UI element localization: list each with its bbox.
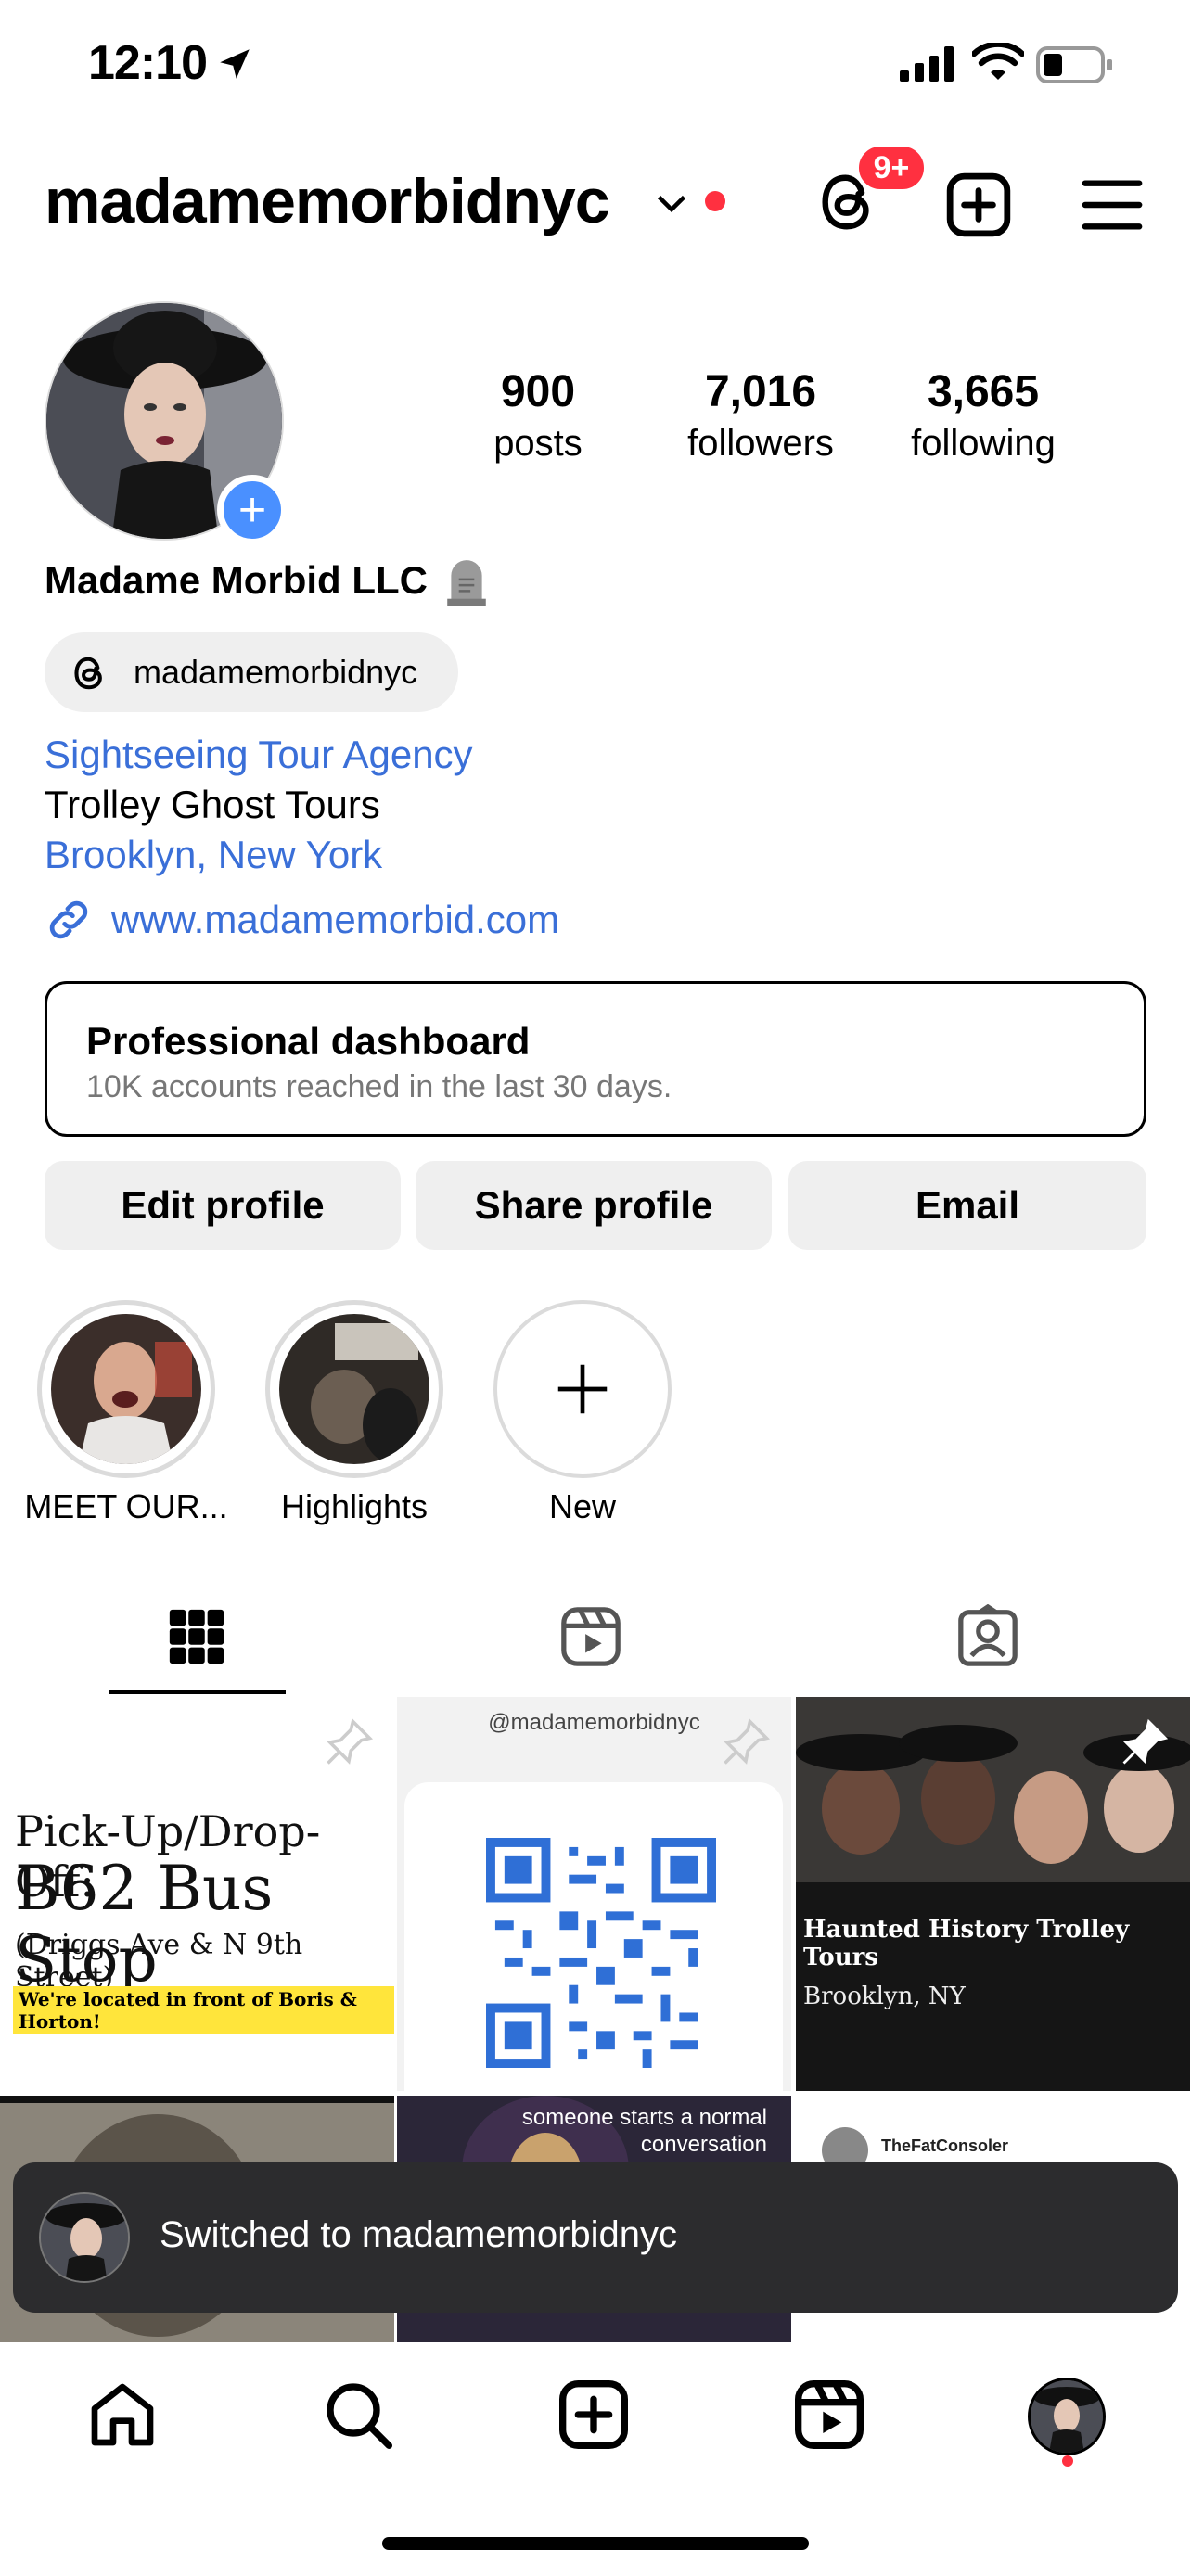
- add-story-button[interactable]: +: [217, 475, 288, 545]
- search-icon[interactable]: [321, 2378, 395, 2452]
- cellular-signal-icon: [900, 46, 954, 82]
- followers-count[interactable]: 7,016 followers: [668, 366, 853, 465]
- professional-dashboard[interactable]: Professional dashboard 10K accounts reac…: [45, 981, 1146, 1137]
- edit-profile-button[interactable]: Edit profile: [45, 1161, 401, 1250]
- share-profile-button[interactable]: Share profile: [416, 1161, 772, 1250]
- highlight-image: [279, 1314, 429, 1464]
- post-caption: someone starts a normal conversation: [521, 2105, 767, 2157]
- followers-label: followers: [687, 423, 834, 464]
- status-bar: 12:10: [0, 0, 1191, 130]
- menu-icon[interactable]: [1080, 172, 1145, 237]
- following-label: following: [911, 423, 1056, 464]
- dashboard-title: Professional dashboard: [86, 1019, 531, 1063]
- profile-full-name: Madame Morbid LLC: [45, 558, 429, 602]
- active-tab-indicator: [109, 1690, 286, 1694]
- chevron-down-icon[interactable]: [655, 193, 688, 215]
- highlight-label: New: [548, 1487, 617, 1525]
- battery-icon: [1036, 46, 1112, 83]
- highlight-cover: [279, 1314, 429, 1464]
- post-tile[interactable]: @madamemorbidnyc: [397, 1697, 791, 2091]
- threads-handle: madamemorbidnyc: [134, 653, 418, 691]
- posts-label: posts: [493, 423, 583, 464]
- pin-icon: [327, 1717, 374, 1765]
- home-icon[interactable]: [85, 2378, 160, 2452]
- account-switch-toast: Switched to madamemorbidnyc: [13, 2162, 1178, 2313]
- highlight-meet-our[interactable]: [37, 1300, 215, 1478]
- pin-icon: [1122, 1718, 1169, 1765]
- posts-count: 900 posts: [464, 366, 612, 465]
- highlight-cover: [51, 1314, 201, 1464]
- avatar-image: [1031, 2380, 1103, 2453]
- following-count[interactable]: 3,665 following: [890, 366, 1076, 465]
- post-subtitle: (Driggs Ave & N 9th Street): [15, 1929, 303, 1994]
- unread-dot: [705, 191, 725, 211]
- link-icon: [49, 900, 88, 939]
- toast-avatar: [39, 2192, 130, 2283]
- highlight-label: Highlights: [280, 1487, 429, 1525]
- new-highlight-button[interactable]: [493, 1300, 672, 1478]
- content-tabs: [0, 1576, 1191, 1697]
- threads-icon: [74, 657, 102, 690]
- create-icon[interactable]: [557, 2378, 631, 2452]
- highlight-image: [51, 1314, 201, 1464]
- status-time: 12:10: [88, 36, 208, 90]
- dashboard-subtitle: 10K accounts reached in the last 30 days…: [86, 1069, 672, 1104]
- following-number: 3,665: [927, 367, 1040, 416]
- category-link[interactable]: Sightseeing Tour Agency: [45, 733, 473, 777]
- post-title: Haunted History Trolley Tours: [803, 1916, 1130, 1971]
- plus-icon: [557, 1364, 608, 1414]
- post-subtitle: Brooklyn, NY: [803, 1983, 966, 2010]
- website-link[interactable]: www.madamemorbid.com: [111, 898, 559, 942]
- tweet-author: TheFatConsoler: [881, 2136, 1009, 2155]
- toast-message: Switched to madamemorbidnyc: [160, 2214, 678, 2255]
- avatar-image: [41, 2194, 128, 2281]
- post-tile[interactable]: Haunted History Trolley Tours Brooklyn, …: [796, 1697, 1190, 2091]
- tagged-icon[interactable]: [955, 1604, 1020, 1669]
- threads-profile-link[interactable]: madamemorbidnyc: [45, 632, 458, 712]
- email-button[interactable]: Email: [788, 1161, 1146, 1250]
- create-post-icon[interactable]: [944, 171, 1013, 239]
- reels-icon[interactable]: [558, 1604, 623, 1669]
- qr-code-icon: [486, 1838, 716, 2068]
- location-link[interactable]: Brooklyn, New York: [45, 833, 382, 877]
- reels-icon[interactable]: [792, 2378, 866, 2452]
- highlight-highlights[interactable]: [265, 1300, 443, 1478]
- home-indicator[interactable]: [382, 2537, 809, 2550]
- pin-icon: [724, 1717, 771, 1765]
- post-tile[interactable]: Pick-Up/Drop-Off: B62 Bus Stop (Driggs A…: [0, 1697, 394, 2091]
- profile-header: madamemorbidnyc 9+: [0, 139, 1191, 260]
- wifi-icon: [972, 43, 1024, 80]
- posts-number: 900: [500, 367, 576, 416]
- location-arrow-icon: [220, 49, 250, 79]
- threads-notification-badge: 9+: [855, 143, 928, 193]
- bio-text: Trolley Ghost Tours: [45, 783, 380, 826]
- headstone-icon: [447, 560, 486, 606]
- highlight-label: MEET OUR...: [24, 1487, 228, 1525]
- profile-tab-avatar[interactable]: [1028, 2378, 1106, 2455]
- account-switcher[interactable]: madamemorbidnyc: [45, 165, 610, 237]
- post-note: We're located in front of Boris & Horton…: [13, 1986, 394, 2034]
- grid-icon[interactable]: [164, 1604, 229, 1669]
- followers-number: 7,016: [704, 367, 817, 416]
- profile-notification-dot: [1062, 2455, 1073, 2467]
